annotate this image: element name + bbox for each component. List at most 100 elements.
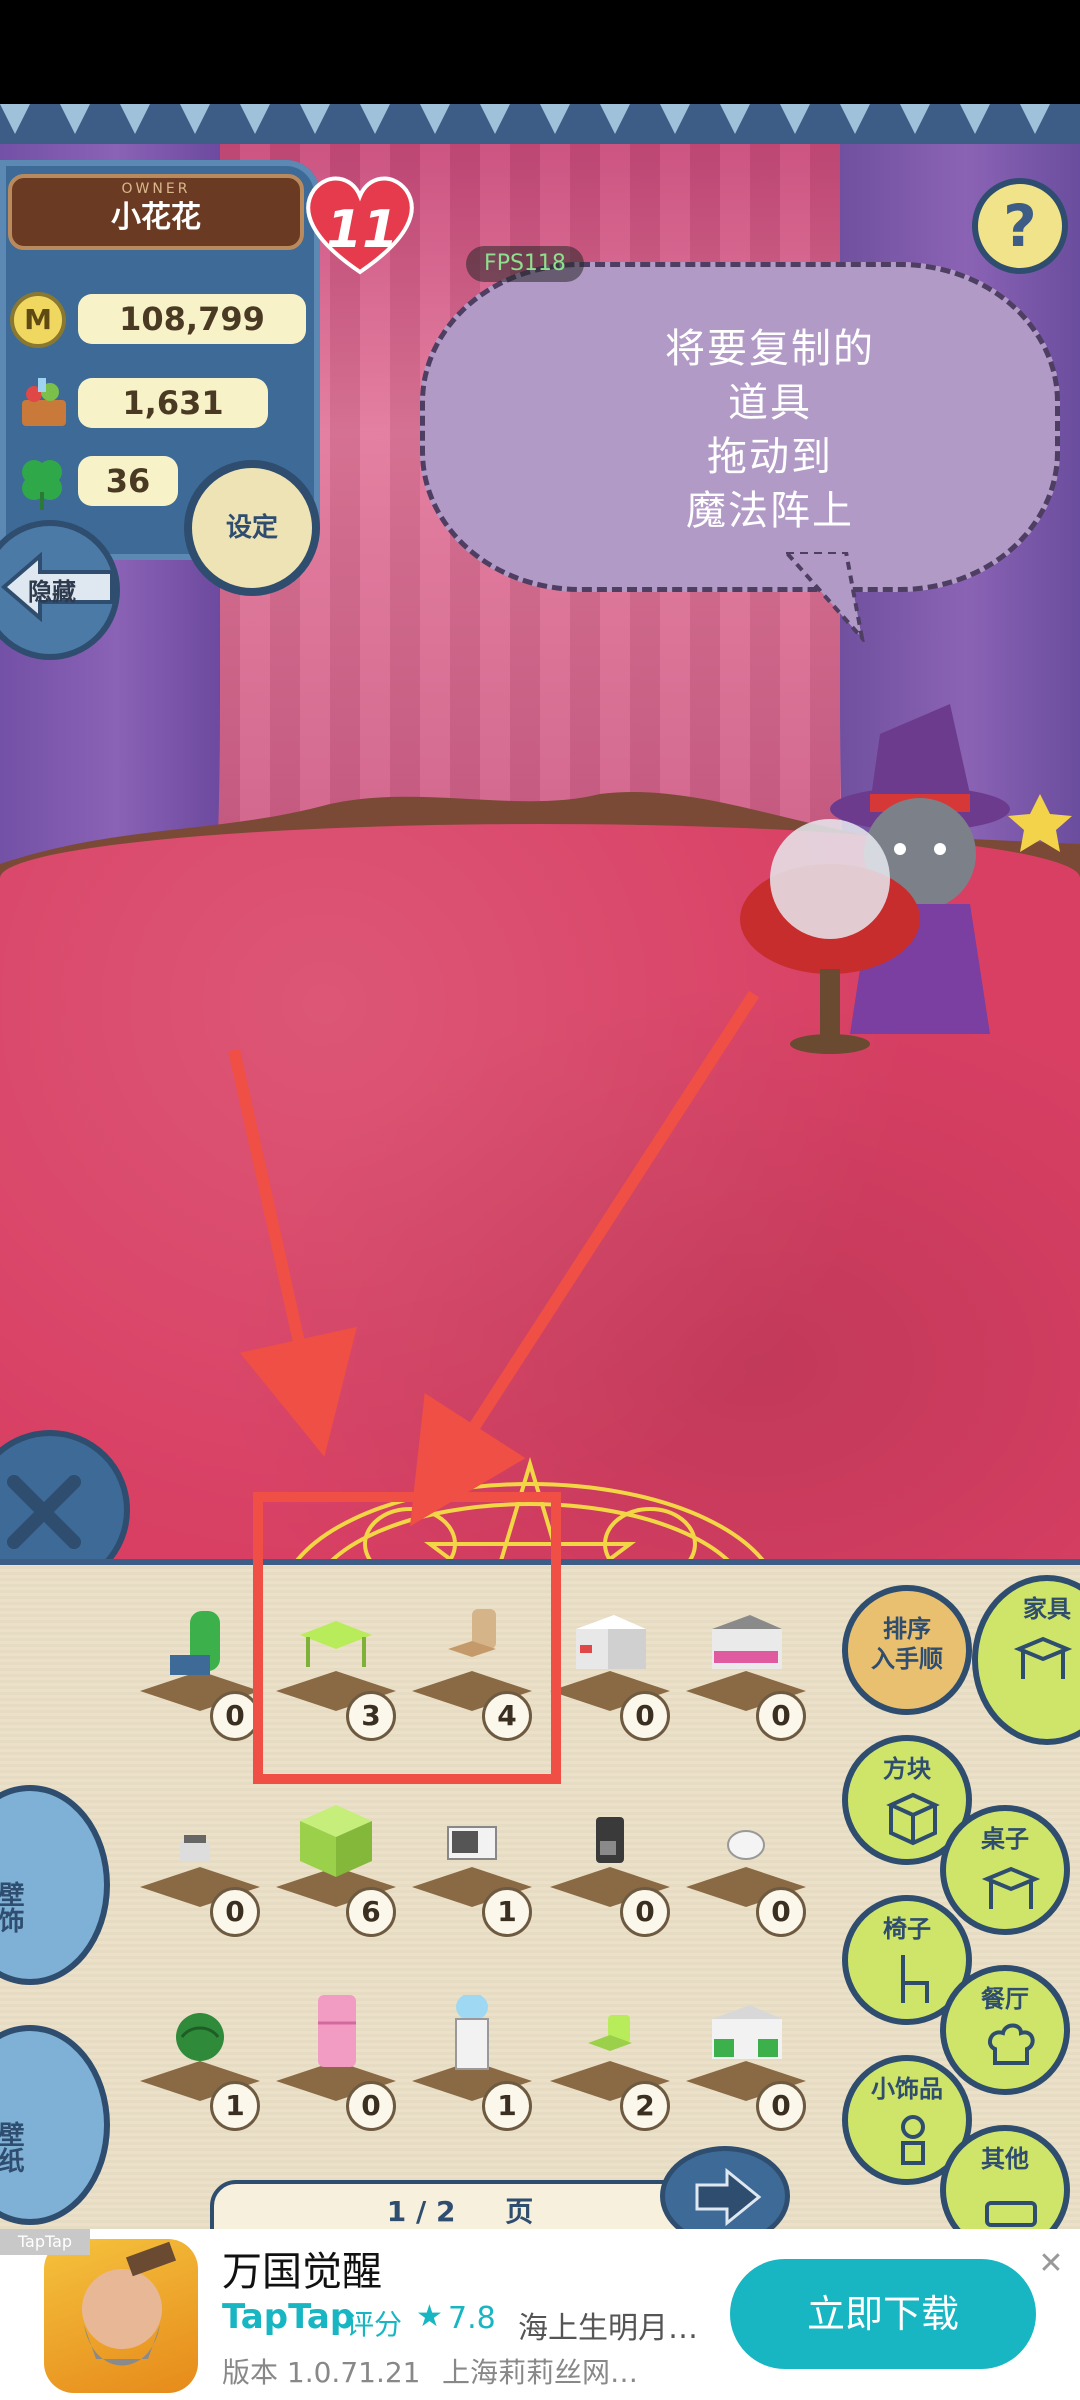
item-count: 0 xyxy=(756,1887,806,1937)
coin-icon: M xyxy=(10,292,66,348)
sort-label: 排序 xyxy=(883,1615,931,1643)
ad-developer: 上海莉莉丝网… xyxy=(442,2356,639,2389)
owner-label: OWNER xyxy=(121,181,191,197)
ad-banner[interactable]: TapTap 万国觉醒 TapTap 评分 ★ 7.8 海上生明月… 版本 1.… xyxy=(0,2229,1080,2400)
inventory-item[interactable]: 0 xyxy=(686,1605,806,1745)
coins-value: 108,799 xyxy=(78,294,306,344)
settings-button[interactable]: 设定 xyxy=(184,460,320,596)
table-icon xyxy=(981,1866,1041,1909)
inventory-item[interactable]: 0 xyxy=(686,1801,806,1941)
white-counter-icon xyxy=(576,1615,646,1669)
heart-level: 11 xyxy=(326,200,399,260)
category-label: 其他 xyxy=(981,2145,1029,2173)
item-count: 0 xyxy=(210,1887,260,1937)
sort-button[interactable]: 排序 入手顺 xyxy=(842,1585,972,1715)
magician-cat-icon xyxy=(740,704,1072,1054)
coins-row: M 108,799 xyxy=(10,290,310,348)
magic-circle xyxy=(295,1457,765,1559)
green-chair-icon xyxy=(588,2015,632,2051)
ad-description: 海上生明月… xyxy=(518,2311,698,2346)
cube-icon xyxy=(886,1792,940,1846)
register-icon xyxy=(180,1835,210,1861)
inventory-item[interactable]: 0 xyxy=(550,1605,670,1745)
ad-app-icon[interactable] xyxy=(44,2239,198,2393)
hide-label: 隐藏 xyxy=(28,578,76,606)
stove-icon xyxy=(712,1615,782,1669)
inventory-item[interactable]: 0 xyxy=(686,1995,806,2135)
wood-chair-icon xyxy=(448,1609,496,1657)
speech-line: 魔法阵上 xyxy=(686,488,854,534)
basket-icon xyxy=(22,378,66,426)
inventory-item[interactable]: 1 xyxy=(412,1995,532,2135)
item-count: 2 xyxy=(620,2081,670,2131)
item-count: 1 xyxy=(482,2081,532,2131)
speech-line: 将要复制的 xyxy=(665,326,875,372)
category-furniture[interactable]: 家具 xyxy=(972,1575,1080,1745)
item-count: 0 xyxy=(756,2081,806,2131)
inventory-item[interactable]: 1 xyxy=(140,1995,260,2135)
owner-name: 小花花 xyxy=(111,200,201,235)
inventory-item[interactable]: 0 xyxy=(276,1995,396,2135)
sort-label: 入手顺 xyxy=(871,1645,943,1673)
clovers-row: 36 xyxy=(10,452,210,510)
owner-nameplate: OWNER 小花花 xyxy=(8,174,304,250)
close-icon[interactable]: ✕ xyxy=(1036,2249,1066,2279)
inventory-item[interactable]: 3 xyxy=(276,1605,396,1745)
ad-version: 版本 1.0.71.21 xyxy=(222,2356,421,2389)
rice-cooker-icon xyxy=(727,1830,765,1860)
right-arrow-icon xyxy=(695,2167,762,2227)
speech-line: 拖动到 xyxy=(707,434,833,480)
category-label: 方块 xyxy=(883,1755,931,1783)
ad-source-tag: TapTap xyxy=(0,2229,90,2255)
inventory-panel: 0 3 4 0 0 0 6 1 0 0 1 0 1 2 0 壁饰 壁纸 排序 入… xyxy=(0,1559,1080,2255)
ad-score: 7.8 xyxy=(448,2301,496,2336)
category-label: 椅子 xyxy=(883,1915,931,1943)
bunting-flags xyxy=(0,104,1050,134)
coffee-maker-icon xyxy=(596,1817,624,1863)
fps-badge: FPS118 xyxy=(466,246,584,282)
item-count: 0 xyxy=(346,2081,396,2131)
warrior-icon xyxy=(82,2241,177,2366)
clovers-value: 36 xyxy=(78,456,178,506)
table-icon xyxy=(1013,1636,1073,1679)
inventory-item[interactable]: 0 xyxy=(140,1605,260,1745)
settings-label: 设定 xyxy=(225,513,278,543)
watermelon-icon xyxy=(176,2013,224,2061)
ad-rating-label: 评分 xyxy=(346,2308,403,2341)
screen: OWNER 小花花 11 M 108,799 1,631 36 设定 隐藏 ? … xyxy=(0,0,1080,2400)
green-table-icon xyxy=(300,1621,372,1667)
download-button[interactable]: 立即下载 xyxy=(730,2259,1036,2369)
star-icon: ★ xyxy=(416,2299,443,2334)
inventory-item[interactable]: 2 xyxy=(550,1995,670,2135)
item-count: 1 xyxy=(482,1887,532,1937)
inventory-item[interactable]: 4 xyxy=(412,1605,532,1745)
partition-icon xyxy=(170,1611,220,1675)
page-suffix: 页 xyxy=(505,2195,534,2228)
page-number: 1 / 2 xyxy=(386,2195,456,2228)
speech-text: 将要复制的 道具 拖动到 魔法阵上 xyxy=(540,322,1000,538)
side-tab-wallpaper[interactable]: 壁纸 xyxy=(0,2025,110,2225)
clover-icon xyxy=(22,460,62,510)
side-tab-label: 壁纸 xyxy=(0,2121,24,2173)
goods-row: 1,631 xyxy=(10,374,310,430)
ad-title: 万国觉醒 xyxy=(222,2249,382,2295)
side-tab-wall-decor[interactable]: 壁饰 xyxy=(0,1785,110,1985)
item-count: 3 xyxy=(346,1691,396,1741)
green-cube-icon xyxy=(300,1805,372,1877)
item-count: 4 xyxy=(482,1691,532,1741)
inventory-item[interactable]: 6 xyxy=(276,1801,396,1941)
water-cooler-icon xyxy=(455,1995,489,2070)
category-label: 小饰品 xyxy=(871,2075,943,2103)
item-count: 6 xyxy=(346,1887,396,1937)
item-count: 0 xyxy=(620,1887,670,1937)
status-bar xyxy=(0,0,1080,104)
inventory-item[interactable]: 0 xyxy=(550,1801,670,1941)
chair-icon xyxy=(901,1955,929,2003)
speech-tail xyxy=(786,552,865,642)
inventory-item[interactable]: 0 xyxy=(140,1801,260,1941)
help-button[interactable]: ? xyxy=(972,178,1068,274)
inventory-item[interactable]: 1 xyxy=(412,1801,532,1941)
side-tab-label: 壁饰 xyxy=(0,1881,24,1933)
pink-fridge-icon xyxy=(318,1995,356,2067)
speech-line: 道具 xyxy=(728,380,812,426)
